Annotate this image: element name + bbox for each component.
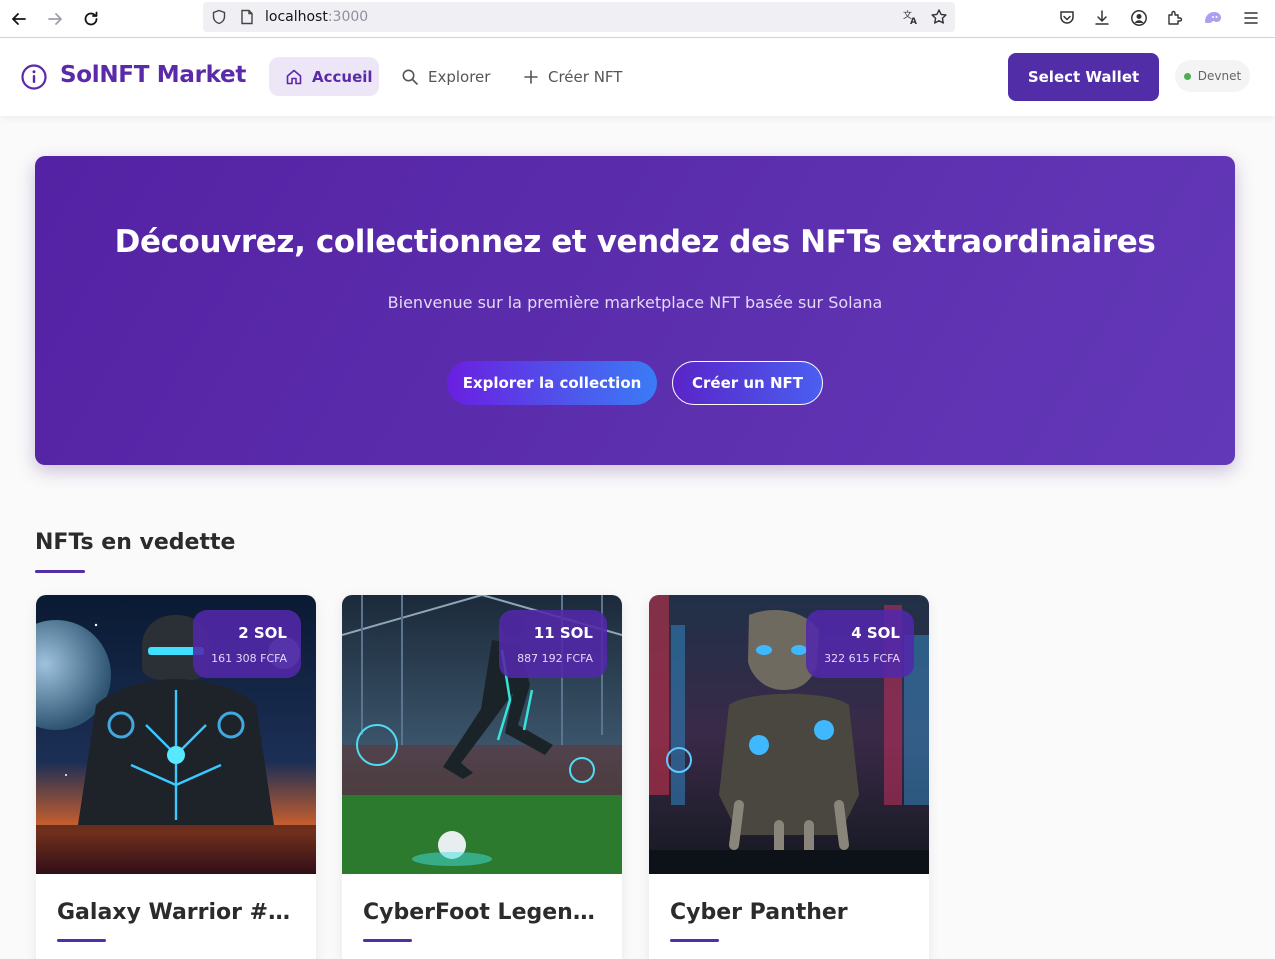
- price-tag: 11 SOL 887 192 FCFA: [499, 610, 607, 678]
- forward-button[interactable]: [42, 6, 68, 32]
- hero-banner: Découvrez, collectionnez et vendez des N…: [35, 156, 1235, 465]
- network-label: Devnet: [1197, 69, 1242, 83]
- back-button[interactable]: [6, 6, 32, 32]
- cyber-footballer-stadium-image[interactable]: 11 SOL 887 192 FCFA: [342, 595, 622, 874]
- arrow-right-icon: [48, 13, 62, 25]
- nav-item-label: Accueil: [312, 67, 373, 86]
- nav-item-creer-nft[interactable]: Créer NFT: [513, 57, 638, 96]
- reload-button[interactable]: [78, 6, 104, 32]
- search-icon: [402, 69, 418, 85]
- url-port: :3000: [327, 9, 369, 25]
- price-sol: 11 SOL: [533, 624, 593, 642]
- explore-collection-button[interactable]: Explorer la collection: [447, 361, 657, 405]
- nft-name[interactable]: CyberFoot Legend ...: [363, 900, 603, 925]
- price-fcfa: 161 308 FCFA: [211, 652, 287, 665]
- price-tag: 4 SOL 322 615 FCFA: [806, 610, 914, 678]
- hero-title: Découvrez, collectionnez et vendez des N…: [114, 224, 1156, 260]
- cyber-panther-city-image[interactable]: 4 SOL 322 615 FCFA: [649, 595, 929, 874]
- url-text: localhost:3000: [265, 9, 368, 25]
- nav-item-label: Créer NFT: [548, 67, 623, 86]
- hero-subtitle: Bienvenue sur la première marketplace NF…: [387, 293, 883, 312]
- cyborg-warrior-space-image[interactable]: 2 SOL 161 308 FCFA: [36, 595, 316, 874]
- home-icon: [286, 69, 302, 84]
- info-circle-icon: [21, 64, 47, 90]
- account-icon[interactable]: [1127, 6, 1151, 30]
- page-icon: [237, 7, 257, 27]
- nft-card[interactable]: 4 SOL 322 615 FCFA Cyber Panther: [649, 595, 929, 959]
- logo-text[interactable]: SolNFT Market: [60, 62, 246, 88]
- select-wallet-button[interactable]: Select Wallet: [1008, 53, 1159, 101]
- phantom-wallet-icon[interactable]: [1201, 6, 1225, 30]
- arrow-left-icon: [12, 13, 26, 25]
- translate-icon[interactable]: 文A: [901, 7, 921, 27]
- nft-card[interactable]: 2 SOL 161 308 FCFA Galaxy Warrior #001: [36, 595, 316, 959]
- nft-name[interactable]: Galaxy Warrior #001: [57, 900, 297, 925]
- status-dot: [1183, 72, 1191, 80]
- price-fcfa: 887 192 FCFA: [517, 652, 593, 665]
- name-underline: [363, 939, 412, 942]
- section-underline: [35, 570, 85, 573]
- name-underline: [670, 939, 719, 942]
- pocket-icon[interactable]: [1055, 6, 1079, 30]
- create-nft-button[interactable]: Créer un NFT: [672, 361, 823, 405]
- url-host: localhost: [265, 9, 328, 25]
- nav-item-explorer[interactable]: Explorer: [391, 57, 501, 96]
- bookmark-star-icon[interactable]: [929, 7, 949, 27]
- name-underline: [57, 939, 106, 942]
- download-icon[interactable]: [1090, 6, 1114, 30]
- section-title: NFTs en vedette: [35, 530, 236, 555]
- nft-name[interactable]: Cyber Panther: [670, 900, 910, 925]
- nav-item-accueil[interactable]: Accueil: [269, 57, 379, 96]
- extensions-icon[interactable]: [1163, 6, 1187, 30]
- menu-icon[interactable]: [1239, 6, 1263, 30]
- price-sol: 4 SOL: [851, 624, 900, 642]
- price-fcfa: 322 615 FCFA: [824, 652, 900, 665]
- price-tag: 2 SOL 161 308 FCFA: [193, 610, 301, 678]
- nft-card[interactable]: 11 SOL 887 192 FCFA CyberFoot Legend ...: [342, 595, 622, 959]
- plus-icon: [524, 69, 538, 84]
- address-bar[interactable]: localhost:3000 文A: [203, 2, 955, 32]
- price-sol: 2 SOL: [238, 624, 287, 642]
- svg-text:A: A: [910, 17, 917, 26]
- network-badge: Devnet: [1175, 60, 1250, 92]
- browser-toolbar: localhost:3000 文A: [0, 0, 1275, 38]
- nav-item-label: Explorer: [428, 67, 491, 86]
- reload-icon: [84, 11, 98, 26]
- app-header: SolNFT Market Accueil Explorer Créer NFT…: [0, 38, 1275, 116]
- shield-icon[interactable]: [209, 7, 229, 27]
